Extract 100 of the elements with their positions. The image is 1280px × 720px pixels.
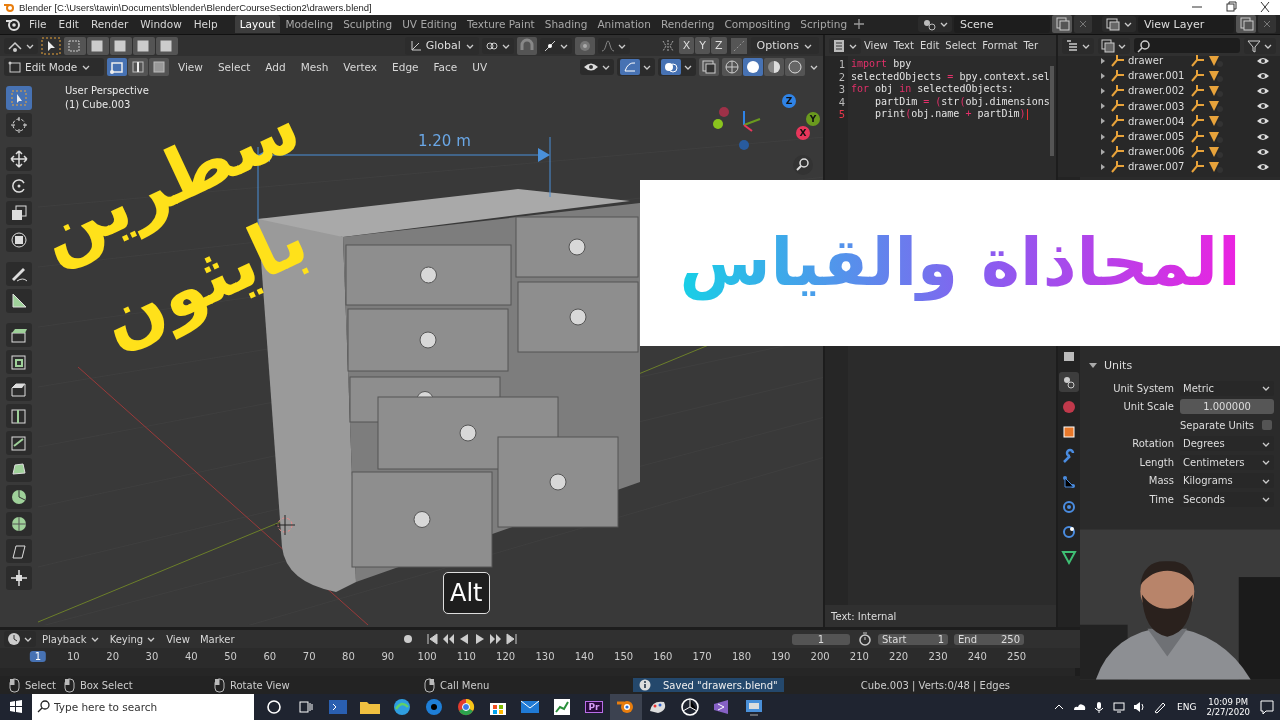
number-field[interactable]: 1.000000 (1180, 399, 1274, 415)
menu-item[interactable]: View (861, 38, 891, 53)
outliner-row[interactable]: drawer.003 (1098, 98, 1280, 114)
workspace-tab[interactable]: Scripting (795, 15, 853, 34)
frame-number: 210 (849, 651, 869, 662)
menu-item[interactable]: View (162, 632, 194, 646)
object-name: drawer (1128, 55, 1165, 67)
key-hint-badge: Alt (443, 572, 490, 614)
field-label: Rotation (1131, 438, 1174, 450)
workspace-tab[interactable]: Shading (539, 15, 593, 34)
scene-field[interactable]: Scene (954, 15, 1050, 33)
outliner-row[interactable]: drawer.007 (1098, 159, 1280, 175)
frame-number: 30 (145, 651, 159, 662)
workspace-tab[interactable]: Texture Paint (461, 15, 540, 34)
menu-item[interactable]: Select (211, 58, 257, 75)
workspace-tab[interactable]: Sculpting (338, 15, 398, 34)
hint-text: Call Menu (440, 679, 490, 691)
workspace-tab[interactable]: Modeling (280, 15, 339, 34)
menu-item[interactable]: UV (466, 58, 494, 75)
menu-item[interactable]: Text (890, 38, 917, 53)
menu-item[interactable]: Edit (916, 38, 943, 53)
workspace-tab[interactable]: Animation (592, 15, 656, 34)
outliner-row[interactable]: drawer.001 (1098, 68, 1280, 84)
frame-number: 190 (771, 651, 791, 662)
line-number: 1 (838, 58, 845, 71)
axis-toggle[interactable]: Y (695, 37, 710, 54)
menu-item[interactable]: Vertex (337, 58, 384, 75)
line-number: 4 (838, 95, 845, 109)
select-field[interactable]: Seconds (1180, 491, 1274, 507)
text-status: Text: Internal (831, 610, 897, 622)
outliner-row[interactable]: drawer.004 (1098, 113, 1280, 129)
select-field[interactable]: Metric (1180, 380, 1274, 396)
measurement-label: 1.20 m (418, 132, 471, 150)
frame-number: 220 (889, 651, 909, 662)
workspace-tab[interactable]: UV Editing (397, 15, 462, 34)
menu-item[interactable]: View (172, 58, 209, 75)
end-frame-field[interactable]: End 250 (954, 633, 1024, 645)
frame-number: 200 (810, 651, 830, 662)
gizmo-axis-button[interactable]: X (796, 126, 810, 140)
code-line: import bpy (851, 58, 913, 71)
frame-number: 70 (302, 651, 316, 662)
menu-item[interactable]: Mesh (294, 58, 335, 75)
outliner-row[interactable]: drawer.005 (1098, 128, 1280, 145)
options-dropdown[interactable]: Options (750, 37, 819, 54)
menu-item[interactable]: Render (85, 16, 134, 33)
code-line: for obj in selectedObjects: (851, 83, 1015, 96)
workspace-tab[interactable]: Compositing (719, 15, 796, 34)
menu-item[interactable]: Edge (386, 58, 425, 75)
current-frame-field[interactable]: 1 (792, 633, 850, 645)
frame-number: 180 (731, 651, 751, 662)
gizmo-axis-button[interactable]: Z (782, 94, 796, 108)
menu-item[interactable]: Select (942, 38, 980, 53)
scene-field[interactable]: View Layer (1138, 15, 1234, 33)
mode-dropdown[interactable]: Edit Mode (4, 57, 104, 76)
menu-item[interactable]: Keying (105, 632, 161, 646)
object-name: drawer.007 (1128, 161, 1186, 173)
menu-item[interactable]: Edit (53, 16, 84, 33)
outliner-row[interactable]: drawer (1098, 53, 1280, 69)
workspace-tab[interactable]: Rendering (655, 15, 720, 34)
frame-number: 240 (967, 651, 987, 662)
search-field[interactable]: Type here to search (54, 694, 254, 720)
select-field[interactable]: Centimeters (1180, 454, 1274, 470)
menu-item[interactable]: Playback (38, 632, 104, 646)
frame-number: 10 (67, 651, 80, 662)
playhead-frame[interactable]: 1 (29, 651, 47, 662)
hint-text: Box Select (80, 679, 133, 691)
frame-number: 20 (106, 651, 119, 662)
workspace-tab[interactable]: Layout (234, 15, 281, 34)
frame-number: 120 (496, 651, 516, 662)
frame-number: 140 (574, 651, 594, 662)
window-title: Blender [C:\Users\tawin\Documents\blender\BlenderCourseSection2\drawers.blend] (19, 1, 372, 13)
menu-item[interactable]: Window (135, 16, 187, 33)
select-field[interactable]: Kilograms (1180, 473, 1274, 489)
menu-item[interactable]: File (24, 16, 52, 33)
select-field[interactable]: Degrees (1180, 436, 1274, 452)
gizmo-axis-button[interactable]: Y (806, 112, 820, 126)
outliner-row[interactable]: drawer.006 (1098, 144, 1280, 160)
frame-number: 80 (342, 651, 355, 662)
frame-number: 100 (417, 651, 437, 662)
start-frame-field[interactable]: Start 1 (878, 633, 948, 645)
frame-number: 250 (1007, 651, 1027, 662)
menu-item[interactable]: Format (979, 38, 1021, 53)
clock[interactable]: 10:09 PM 2/27/2020 (1206, 697, 1250, 717)
panel-header[interactable]: Units (1080, 355, 1274, 375)
menu-item[interactable]: Help (188, 16, 223, 33)
menu-item[interactable]: Marker (195, 632, 239, 646)
axis-toggle[interactable]: X (678, 37, 695, 54)
field-label: Unit Scale (1122, 401, 1174, 413)
viewport-info-text: (1) Cube.003 (65, 99, 132, 110)
menu-item[interactable]: Add (259, 58, 292, 75)
menu-item[interactable]: Ter (1020, 38, 1042, 53)
outliner-row[interactable]: drawer.002 (1098, 83, 1280, 99)
orientation-dropdown[interactable]: Global (404, 36, 479, 55)
line-number: 3 (838, 83, 845, 96)
language-indicator[interactable]: ENG (1177, 702, 1197, 712)
menu-item[interactable]: Face (427, 58, 464, 75)
axis-toggle[interactable]: Z (711, 37, 727, 54)
object-name: drawer.005 (1128, 131, 1186, 143)
code-line: partDim = (str(obj.dimensions (874, 95, 1050, 109)
object-name: drawer.002 (1128, 85, 1186, 97)
